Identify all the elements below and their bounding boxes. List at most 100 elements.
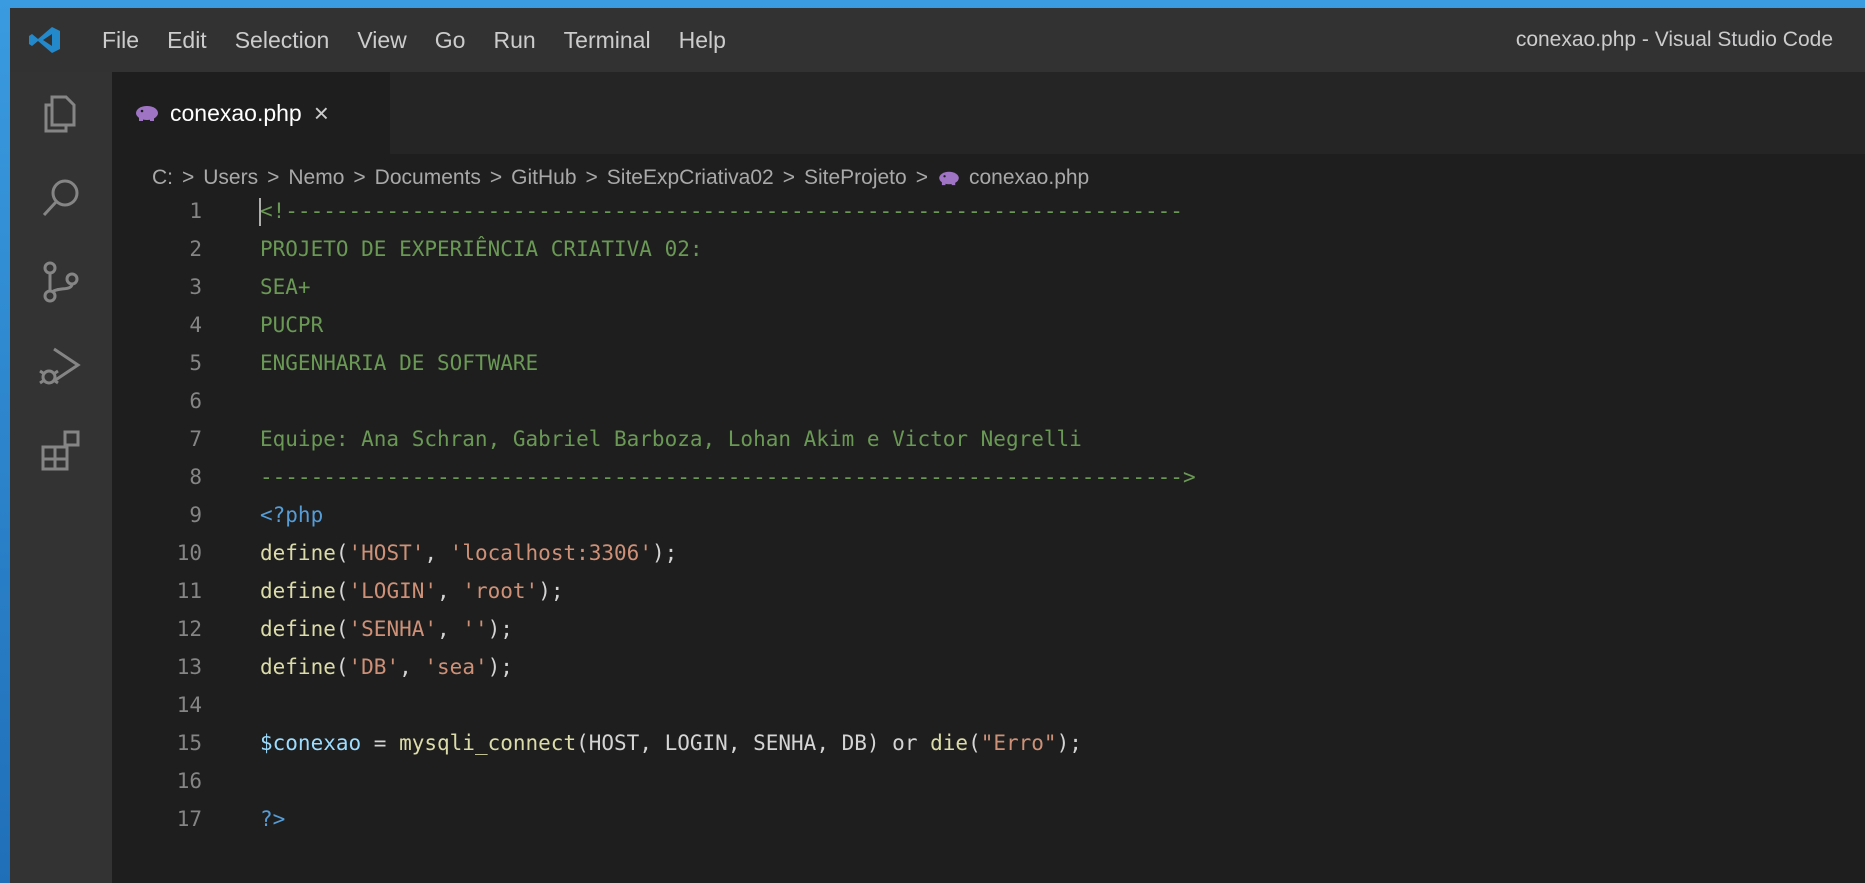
code-token: 'sea' <box>424 655 488 679</box>
vscode-window: File Edit Selection View Go Run Terminal… <box>10 8 1865 883</box>
code-token: 'localhost:3306' <box>449 541 652 565</box>
chevron-right-icon: > <box>782 166 795 189</box>
line-number: 5 <box>189 351 202 375</box>
line-number: 13 <box>176 655 202 679</box>
code-text: <!--------------------------------------… <box>260 192 1183 230</box>
code-token: Equipe: Ana Schran, Gabriel Barboza, Loh… <box>260 427 1082 451</box>
line-number: 10 <box>176 541 202 565</box>
code-token: (HOST, LOGIN, SENHA, DB) or <box>576 731 931 755</box>
code-text: PUCPR <box>260 306 323 344</box>
code-text: define('SENHA', ''); <box>260 610 513 648</box>
run-debug-icon[interactable] <box>10 326 112 406</box>
code-text: define('LOGIN', 'root'); <box>260 572 563 610</box>
breadcrumb-item[interactable]: C: <box>152 166 173 190</box>
line-number: 12 <box>176 617 202 641</box>
menu-selection[interactable]: Selection <box>221 8 344 72</box>
code-text: ?> <box>260 800 285 838</box>
line-number: 4 <box>189 313 202 337</box>
code-token: '' <box>462 617 488 641</box>
menu-help[interactable]: Help <box>665 8 740 72</box>
menu-edit[interactable]: Edit <box>153 8 221 72</box>
close-icon[interactable]: × <box>314 100 329 126</box>
code-token: 'HOST' <box>348 541 425 565</box>
code-text: ENGENHARIA DE SOFTWARE <box>260 344 538 382</box>
vscode-logo-icon <box>29 27 60 53</box>
text-cursor <box>259 198 261 226</box>
code-token: 'SENHA' <box>348 617 438 641</box>
code-text: PROJETO DE EXPERIÊNCIA CRIATIVA 02: <box>260 230 703 268</box>
breadcrumb-item[interactable]: SiteExpCriativa02 <box>607 166 774 190</box>
code-token: , <box>437 579 463 603</box>
line-number: 1 <box>189 199 202 223</box>
code-token: define <box>260 655 336 679</box>
code-text: <?php <box>260 496 323 534</box>
code-text: ----------------------------------------… <box>260 458 1196 496</box>
code-token: <?php <box>260 503 324 527</box>
tab-bar: conexao.php × <box>112 72 1865 154</box>
source-control-icon[interactable] <box>10 242 112 322</box>
menu-view[interactable]: View <box>343 8 420 72</box>
breadcrumb-item[interactable]: Nemo <box>288 166 344 190</box>
code-token: 'LOGIN' <box>348 579 438 603</box>
breadcrumb-file[interactable]: conexao.php <box>969 166 1089 190</box>
code-token: SEA+ <box>260 275 311 299</box>
code-token: define <box>260 579 336 603</box>
code-token: PUCPR <box>260 313 324 337</box>
code-token: ( <box>335 617 349 641</box>
code-token: = <box>361 731 400 755</box>
breadcrumb-item[interactable]: Documents <box>375 166 481 190</box>
menu-file[interactable]: File <box>88 8 153 72</box>
code-text: define('DB', 'sea'); <box>260 648 513 686</box>
menu-run[interactable]: Run <box>479 8 549 72</box>
line-number: 7 <box>189 427 202 451</box>
code-token: ); <box>487 617 513 641</box>
line-number: 15 <box>176 731 202 755</box>
code-token: ( <box>335 579 349 603</box>
code-token: $conexao <box>260 731 362 755</box>
code-token: mysqli_connect <box>399 731 577 755</box>
line-number: 2 <box>189 237 202 261</box>
menu-go[interactable]: Go <box>421 8 480 72</box>
tab-conexao-php[interactable]: conexao.php × <box>112 72 390 154</box>
line-number: 16 <box>176 769 202 793</box>
code-text: Equipe: Ana Schran, Gabriel Barboza, Loh… <box>260 420 1082 458</box>
code-token: , <box>399 655 425 679</box>
explorer-icon[interactable] <box>10 74 112 154</box>
code-token: <!--------------------------------------… <box>260 199 1183 223</box>
php-elephant-icon <box>939 171 959 186</box>
line-number: 8 <box>189 465 202 489</box>
code-token: ( <box>335 655 349 679</box>
line-number: 3 <box>189 275 202 299</box>
code-token: ); <box>1056 731 1082 755</box>
title-bar: File Edit Selection View Go Run Terminal… <box>10 8 1865 72</box>
search-icon[interactable] <box>10 158 112 238</box>
code-token: define <box>260 541 336 565</box>
extensions-icon[interactable] <box>10 410 112 490</box>
tab-label: conexao.php <box>170 99 302 126</box>
breadcrumb-item[interactable]: Users <box>203 166 258 190</box>
code-token: ); <box>487 655 513 679</box>
code-token: ----------------------------------------… <box>260 465 1196 489</box>
line-number: 14 <box>176 693 202 717</box>
line-number: 9 <box>189 503 202 527</box>
code-token: define <box>260 617 336 641</box>
code-token: die <box>930 731 969 755</box>
code-token: 'DB' <box>348 655 400 679</box>
code-token: , <box>424 541 450 565</box>
chevron-right-icon: > <box>915 166 928 189</box>
breadcrumb-item[interactable]: SiteProjeto <box>804 166 907 190</box>
menu-terminal[interactable]: Terminal <box>550 8 665 72</box>
code-text: SEA+ <box>260 268 311 306</box>
code-token: ( <box>968 731 981 755</box>
code-editor[interactable]: 1 <!-------------------------------------… <box>112 198 1865 883</box>
code-token: "Erro" <box>980 731 1057 755</box>
php-elephant-icon <box>136 106 158 121</box>
line-number: 17 <box>176 807 202 831</box>
code-token: ( <box>335 541 349 565</box>
line-number: 6 <box>189 389 202 413</box>
chevron-right-icon: > <box>267 166 280 189</box>
code-token: PROJETO DE EXPERIÊNCIA CRIATIVA 02: <box>260 237 703 261</box>
chevron-right-icon: > <box>353 166 366 189</box>
activity-bar <box>10 72 112 883</box>
breadcrumb-item[interactable]: GitHub <box>511 166 576 190</box>
